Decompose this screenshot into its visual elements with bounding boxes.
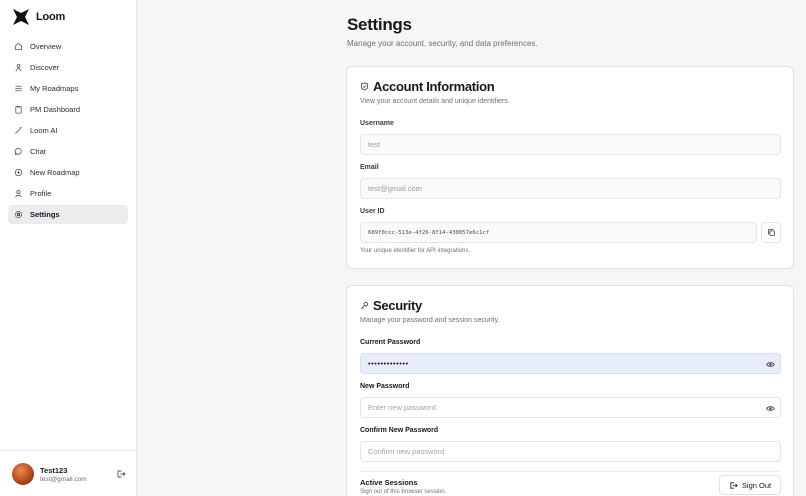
wand-icon [15, 126, 22, 134]
sidebar: Loom Overview Discover My Roadmaps PM Da… [0, 0, 137, 496]
list-icon [15, 85, 22, 92]
sidebar-item-discover[interactable]: Discover [8, 58, 128, 77]
shield-icon [360, 82, 369, 91]
sidebar-item-chat[interactable]: Chat [8, 142, 128, 161]
sidebar-item-my-roadmaps[interactable]: My Roadmaps [8, 79, 128, 98]
chat-icon [14, 147, 22, 156]
new-password-placeholder: Enter new password [368, 403, 436, 412]
account-information-card: Account Information View your account de… [346, 66, 794, 269]
security-card-description: Manage your password and session securit… [360, 317, 500, 324]
user-email: test@gmail.com [40, 475, 87, 483]
user-id-helper: Your unique identifier for API integrati… [360, 248, 471, 254]
user-name: Test123 [40, 465, 68, 475]
sessions-divider [360, 471, 781, 472]
show-password-icon[interactable] [766, 404, 775, 413]
current-password-label: Current Password [360, 339, 421, 346]
user-id-field[interactable]: 689f0ccc-513e-4f26-8f14-430057e6c1cf [360, 222, 757, 243]
page-subtitle: Manage your account, security, and data … [347, 39, 538, 48]
email-field[interactable]: test@gmail.com [360, 178, 781, 199]
logout-icon[interactable] [116, 469, 126, 479]
new-password-label: New Password [360, 383, 410, 390]
sidebar-item-profile[interactable]: Profile [8, 184, 128, 203]
security-card: Security Manage your password and sessio… [346, 285, 794, 496]
gear-icon [15, 211, 22, 218]
sidebar-item-label: Profile [30, 189, 52, 198]
sidebar-item-label: New Roadmap [30, 168, 80, 177]
sign-out-icon [730, 481, 738, 489]
sign-out-label: Sign Out [741, 480, 772, 490]
sidebar-item-label: Loom AI [30, 126, 58, 135]
sidebar-item-label: Overview [30, 42, 62, 51]
confirm-password-input[interactable]: Confirm new password [360, 441, 781, 462]
sidebar-item-pm-dashboard[interactable]: PM Dashboard [8, 100, 128, 119]
sidebar-item-loom-ai[interactable]: Loom AI [8, 121, 128, 140]
home-icon [14, 42, 23, 51]
sidebar-item-label: PM Dashboard [30, 105, 81, 114]
sidebar-nav: Overview Discover My Roadmaps PM Dashboa… [8, 37, 128, 226]
email-value: test@gmail.com [368, 184, 422, 193]
sidebar-item-label: Discover [30, 63, 60, 72]
plus-circle-icon [14, 168, 23, 177]
confirm-password-placeholder: Confirm new password [368, 447, 445, 456]
brand-name: Loom [36, 11, 66, 23]
account-card-description: View your account details and unique ide… [360, 98, 510, 105]
username-label: Username [360, 120, 394, 127]
sidebar-item-overview[interactable]: Overview [8, 37, 128, 56]
show-password-icon[interactable] [766, 360, 775, 369]
confirm-password-label: Confirm New Password [360, 427, 439, 434]
sidebar-divider [0, 450, 136, 451]
current-password-value: ••••••••••••• [368, 359, 409, 368]
loom-logo-icon [13, 9, 29, 25]
avatar [12, 463, 34, 485]
security-card-title: Security [373, 298, 422, 313]
username-value: test [368, 140, 381, 149]
compass-icon [15, 63, 22, 72]
sidebar-item-new-roadmap[interactable]: New Roadmap [8, 163, 128, 182]
copy-icon [767, 229, 775, 236]
sidebar-item-label: Settings [30, 210, 60, 219]
username-field[interactable]: test [360, 134, 781, 155]
user-id-value: 689f0ccc-513e-4f26-8f14-430057e6c1cf [368, 229, 490, 236]
user-profile[interactable]: Test123 test@gmail.com [12, 463, 130, 485]
sidebar-item-label: My Roadmaps [30, 84, 79, 93]
current-password-input[interactable]: ••••••••••••• [360, 353, 781, 374]
clipboard-icon [15, 105, 22, 114]
main-content: Settings Manage your account, security, … [137, 0, 806, 496]
brand[interactable]: Loom [12, 8, 65, 26]
sign-out-button[interactable]: Sign Out [719, 475, 781, 495]
key-icon [361, 301, 369, 309]
sidebar-item-settings[interactable]: Settings [8, 205, 128, 224]
copy-user-id-button[interactable] [761, 222, 781, 243]
user-id-label: User ID [360, 208, 385, 215]
account-card-title: Account Information [373, 79, 495, 94]
active-sessions-description: Sign out of this browser session. [360, 489, 447, 495]
new-password-input[interactable]: Enter new password [360, 397, 781, 418]
page-title: Settings [347, 15, 412, 34]
user-icon [15, 189, 22, 198]
active-sessions-title: Active Sessions [360, 478, 418, 487]
email-label: Email [360, 164, 379, 171]
sidebar-item-label: Chat [30, 147, 46, 156]
